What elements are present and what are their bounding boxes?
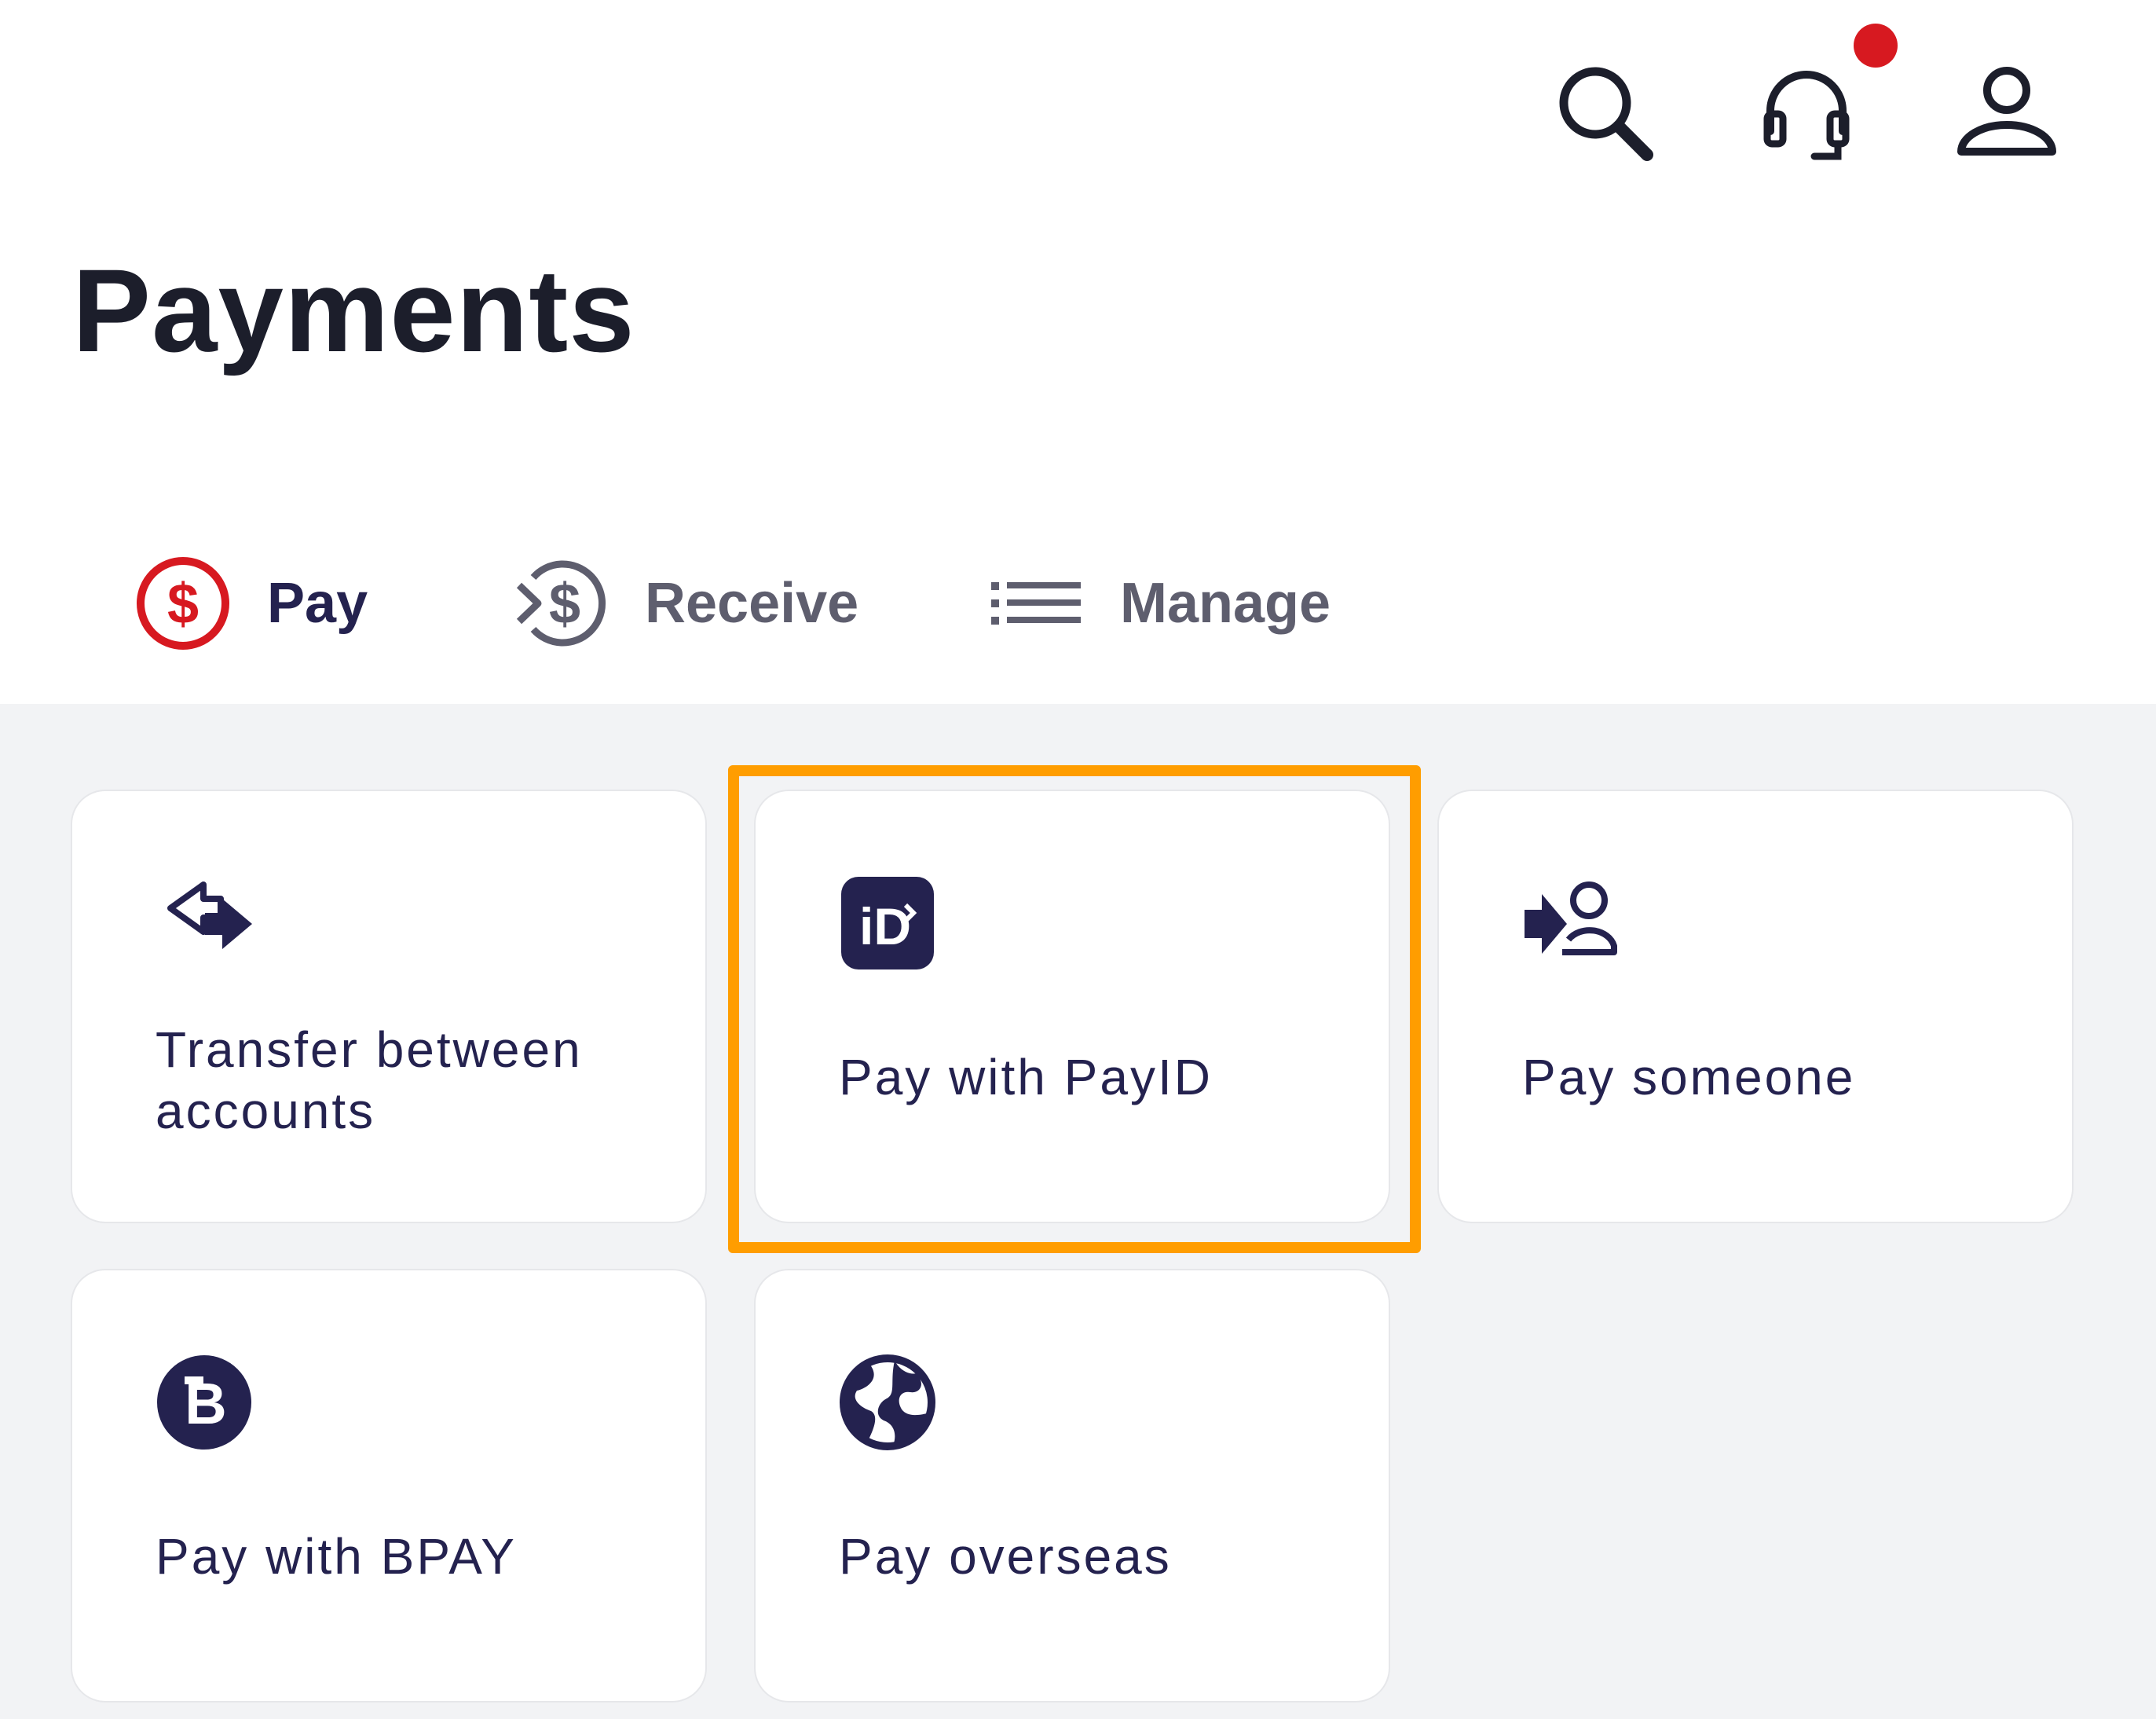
pay-overseas-card[interactable]: Pay overseas <box>754 1269 1390 1703</box>
notification-badge <box>1854 24 1898 68</box>
pay-with-bpay-card[interactable]: B Pay with BPAY <box>71 1269 707 1703</box>
tab-receive[interactable]: $ Receive <box>511 503 858 704</box>
transfer-between-accounts-card[interactable]: Transfer between accounts <box>71 790 707 1223</box>
svg-text:$: $ <box>167 573 199 636</box>
headset-icon <box>1763 71 1850 160</box>
card-label: Transfer between accounts <box>156 1021 583 1139</box>
card-label: Pay with BPAY <box>156 1528 517 1585</box>
tab-pay[interactable]: $ Pay <box>134 503 368 704</box>
profile-button[interactable] <box>1952 59 2062 169</box>
receive-dollar-icon: $ <box>511 554 610 653</box>
pay-with-payid-card[interactable]: iD Pay with PayID <box>754 790 1390 1223</box>
card-label: Pay overseas <box>839 1528 1172 1585</box>
user-icon <box>1957 67 2056 156</box>
search-icon <box>1559 67 1653 161</box>
search-button[interactable] <box>1551 59 1661 169</box>
tab-manage[interactable]: Manage <box>986 503 1331 704</box>
pay-person-icon <box>1521 874 1620 973</box>
bpay-icon: B <box>155 1353 254 1452</box>
page-title: Payments <box>72 244 635 376</box>
card-label: Pay someone <box>1522 1049 1856 1105</box>
tab-label: Receive <box>645 572 859 635</box>
pay-someone-card[interactable]: Pay someone <box>1437 790 2074 1223</box>
dollar-circle-icon: $ <box>134 554 232 653</box>
tab-bar: $ Pay $ Receive Manage <box>0 503 2156 1207</box>
payid-icon: iD <box>838 874 937 973</box>
card-label: Pay with PayID <box>839 1049 1213 1105</box>
globe-icon <box>838 1353 937 1452</box>
tab-label: Manage <box>1120 572 1331 635</box>
tab-label: Pay <box>267 572 368 635</box>
transfer-arrows-icon <box>155 874 254 973</box>
list-icon <box>986 554 1085 653</box>
top-bar <box>0 0 2156 196</box>
svg-text:$: $ <box>549 573 580 636</box>
svg-text:iD: iD <box>859 897 911 955</box>
support-button[interactable] <box>1752 59 1861 169</box>
